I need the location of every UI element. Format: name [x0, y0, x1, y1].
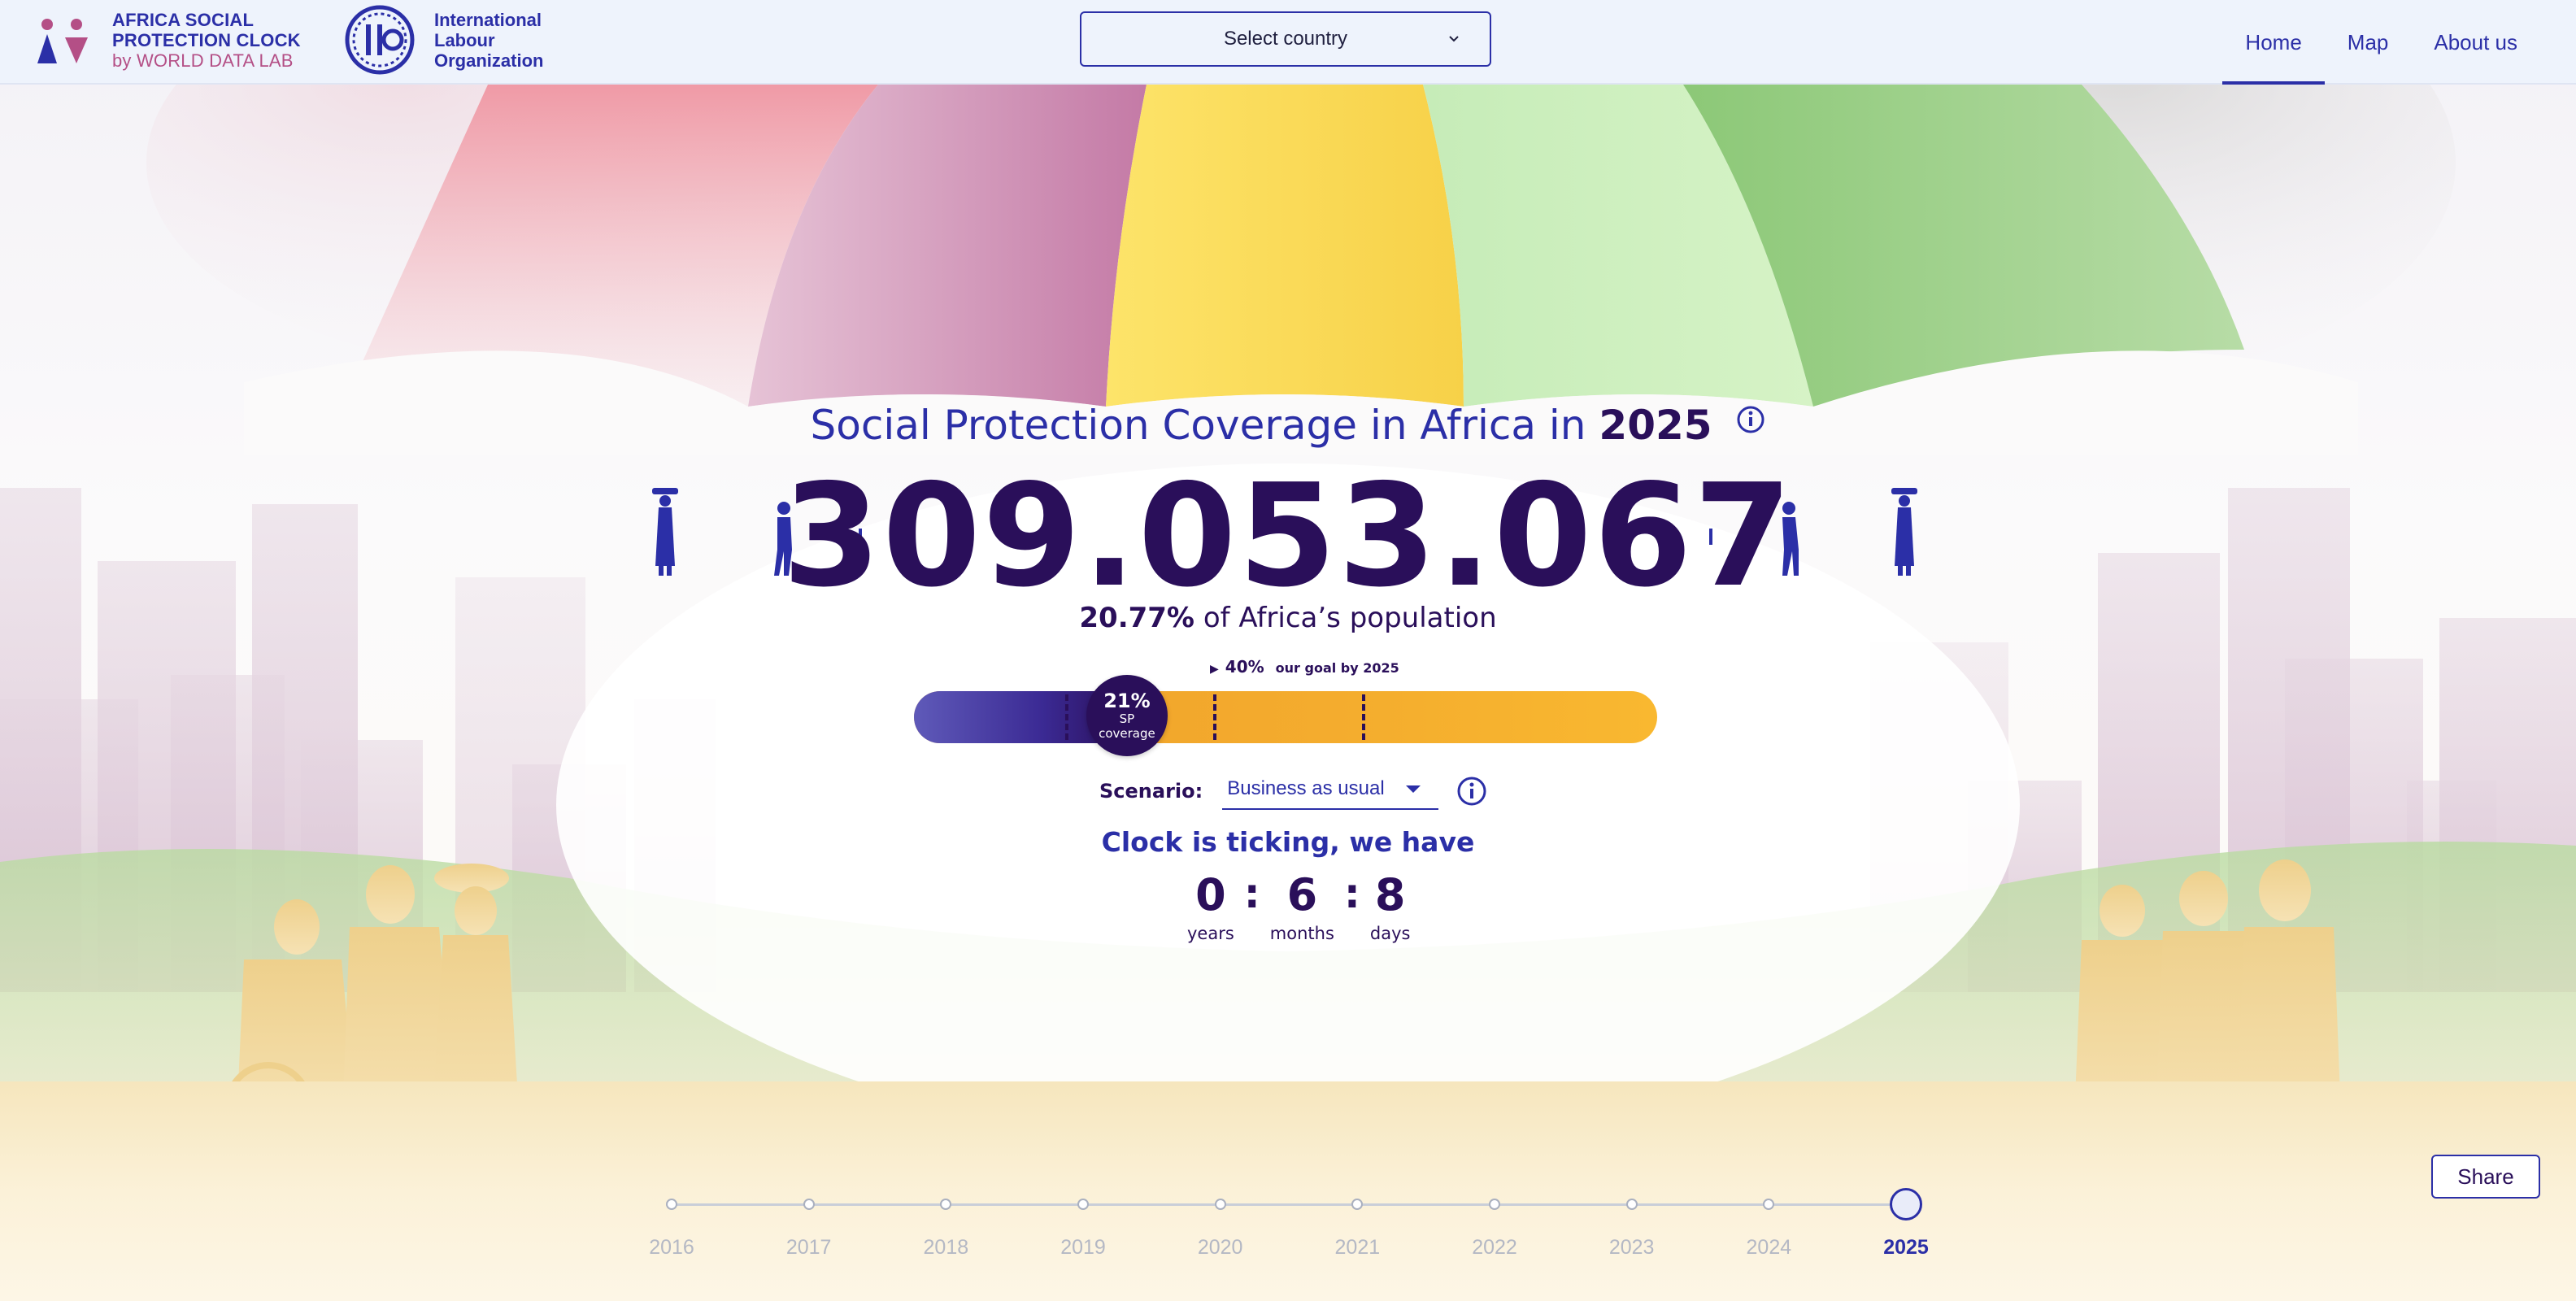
timeline-dot: [1351, 1199, 1364, 1210]
caret-down-icon: [1406, 785, 1421, 793]
ilo-emblem-icon: [345, 5, 415, 75]
decorative-tick: [1709, 529, 1712, 545]
timeline-year-label: 2024: [1746, 1236, 1792, 1259]
timeline-dot: [940, 1199, 952, 1210]
timeline-dot: [1214, 1199, 1226, 1210]
people-logo-icon: [37, 18, 88, 63]
year-timeline: 2016 2017 2018 2019 2020 2021 2022 2023 2024 2025: [649, 1171, 1929, 1285]
countdown-separator: :: [1243, 870, 1260, 917]
timeline-year-label: 2020: [1197, 1236, 1243, 1259]
brand-logo[interactable]: AFRICA SOCIAL PROTECTION CLOCK by WORLD …: [31, 11, 301, 72]
goal-percent: 40%: [1225, 657, 1264, 677]
timeline-dot: [1489, 1199, 1500, 1210]
timeline-dot: [803, 1199, 815, 1210]
knob-label-sp: SP: [1119, 711, 1135, 726]
brand-subtitle: by WORLD DATA LAB: [112, 50, 294, 71]
main-nav: Home Map About us: [2222, 0, 2576, 85]
knob-label-coverage: coverage: [1099, 726, 1155, 741]
info-icon[interactable]: [1456, 776, 1487, 807]
ilo-name-line-2: Labour: [434, 29, 495, 50]
progress-track: [914, 691, 1657, 743]
countdown-days: 8 days: [1370, 867, 1411, 943]
coverage-progress-bar: 21% SP coverage: [914, 675, 1657, 756]
headline-text: Social Protection Coverage in Africa in: [810, 402, 1586, 449]
timeline-year-2019[interactable]: 2019: [1051, 1171, 1116, 1260]
chevron-down-icon: [1449, 36, 1459, 42]
coverage-count: 309.053.067: [782, 454, 1794, 619]
timeline-year-2025[interactable]: 2025: [1873, 1171, 1939, 1260]
countdown-days-value: 8: [1374, 869, 1406, 920]
timeline-year-2017[interactable]: 2017: [777, 1171, 842, 1260]
timeline-dot: [666, 1199, 677, 1210]
scenario-select-value: Business as usual: [1227, 777, 1385, 799]
brand-title-line-1: AFRICA SOCIAL: [112, 10, 255, 30]
nav-map[interactable]: Map: [2325, 0, 2412, 85]
share-button[interactable]: Share: [2431, 1155, 2540, 1199]
scenario-label: Scenario:: [1099, 780, 1203, 803]
brand-title-line-2: PROTECTION CLOCK: [112, 30, 301, 50]
ilo-name-line-1: International: [434, 9, 542, 30]
countdown-months-value: 6: [1286, 869, 1318, 920]
timeline-year-2023[interactable]: 2023: [1599, 1171, 1664, 1260]
timeline-year-2018[interactable]: 2018: [913, 1171, 978, 1260]
timeline-dot: [1077, 1199, 1089, 1210]
timeline-dot: [1890, 1188, 1922, 1221]
countdown-separator: :: [1343, 870, 1360, 917]
timeline-dot: [1763, 1199, 1775, 1210]
timeline-year-label: 2018: [923, 1236, 969, 1259]
coverage-knob[interactable]: 21% SP coverage: [1086, 675, 1168, 756]
countdown-years: 0 years: [1187, 867, 1234, 943]
country-select-value: Select country: [1223, 28, 1348, 50]
timeline-year-2022[interactable]: 2022: [1462, 1171, 1527, 1260]
population-percentage-text: of Africa’s population: [1203, 602, 1497, 634]
progress-milestone-marker: [1064, 694, 1068, 740]
top-navigation-bar: AFRICA SOCIAL PROTECTION CLOCK by WORLD …: [0, 0, 2576, 85]
info-icon[interactable]: [1736, 405, 1765, 434]
clock-ticking-text: Clock is ticking, we have: [1101, 826, 1475, 858]
goal-label: our goal by 2025: [1275, 660, 1399, 676]
page: AFRICA SOCIAL PROTECTION CLOCK by WORLD …: [0, 0, 2576, 1301]
page-title: Social Protection Coverage in Africa in …: [0, 402, 2576, 449]
countdown-months: 6 months: [1270, 867, 1334, 943]
countdown-days-label: days: [1369, 924, 1411, 943]
countdown-years-value: 0: [1195, 869, 1226, 920]
timeline-year-label: 2017: [785, 1236, 832, 1259]
goal-triangle-icon: ▶: [1210, 663, 1219, 676]
timeline-year-label: 2022: [1472, 1236, 1517, 1259]
timeline-year-label: 2023: [1608, 1236, 1655, 1259]
countdown: 0 years : 6 months : 8 days: [1187, 867, 1410, 943]
background-scene: [0, 0, 2576, 1301]
progress-milestone-marker: [1213, 694, 1217, 740]
population-percentage: 20.77% of Africa’s population: [0, 602, 2576, 634]
countdown-months-label: months: [1269, 924, 1334, 943]
timeline-year-2024[interactable]: 2024: [1736, 1171, 1801, 1260]
nav-home[interactable]: Home: [2222, 0, 2326, 85]
country-select[interactable]: Select country: [1080, 11, 1491, 67]
timeline-year-2021[interactable]: 2021: [1325, 1171, 1390, 1260]
walking-figure-icon: [1782, 502, 1799, 576]
scenario-control: Scenario: Business as usual: [1099, 772, 1487, 810]
headline-year: 2025: [1599, 402, 1712, 449]
countdown-years-label: years: [1187, 924, 1234, 943]
knob-percent: 21%: [1103, 690, 1151, 712]
timeline-year-2020[interactable]: 2020: [1188, 1171, 1253, 1260]
population-percentage-value: 20.77%: [1079, 602, 1194, 634]
timeline-year-label: 2025: [1883, 1236, 1929, 1259]
ilo-logo[interactable]: International Labour Organization: [335, 3, 543, 76]
progress-milestone-marker: [1362, 694, 1366, 740]
timeline-year-label: 2016: [649, 1236, 694, 1259]
timeline-year-2016[interactable]: 2016: [639, 1171, 704, 1260]
timeline-year-label: 2019: [1060, 1236, 1106, 1259]
ilo-name-line-3: Organization: [434, 50, 544, 71]
timeline-year-label: 2021: [1334, 1236, 1381, 1259]
scenario-select[interactable]: Business as usual: [1222, 772, 1439, 810]
timeline-dot: [1625, 1199, 1638, 1210]
woman-carrying-figure-icon: [1891, 488, 1917, 576]
goal-marker: ▶ 40% our goal by 2025: [1210, 657, 1399, 677]
nav-about-us[interactable]: About us: [2411, 0, 2540, 85]
timeline-track: [672, 1203, 1906, 1206]
